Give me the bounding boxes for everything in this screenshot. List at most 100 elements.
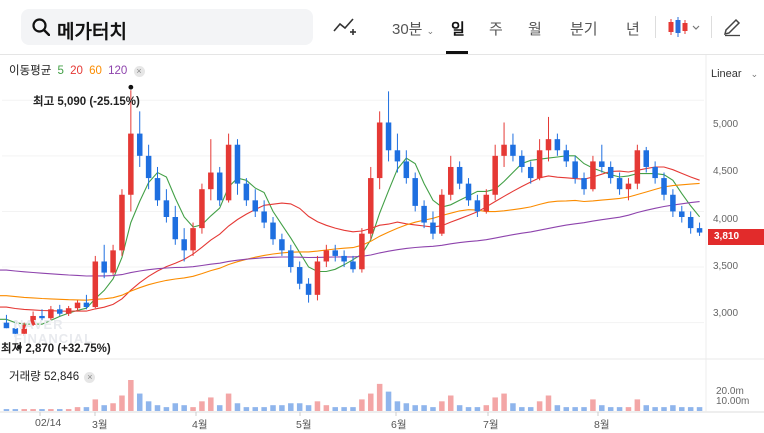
x-tick-label: 5월 [296,419,312,431]
volume-bar [288,403,294,411]
candle-body [421,205,427,223]
x-tick-label: 4월 [192,419,208,431]
candle-body [483,194,490,212]
compare-chart-icon[interactable] [333,17,357,37]
volume-bar [234,403,241,411]
volume-bar [510,403,516,411]
volume-bar [136,393,143,411]
candle-body [687,217,694,229]
candle-body [385,122,392,151]
volume-bar [199,401,205,411]
volume-bar [65,409,72,411]
volume-bar [581,407,587,411]
candle-body [296,267,303,284]
candle-body [261,211,267,223]
candle-body [430,222,436,234]
volume-bar [57,409,63,411]
candle-body [510,144,516,156]
candle-body [643,150,649,167]
volume-bar [359,399,365,411]
volume-bar [670,405,676,411]
toolbar-divider [711,16,712,38]
candlestick-type-icon[interactable] [667,16,701,38]
candle-body [252,200,259,212]
volume-bar [368,393,374,411]
volume-bar [181,405,187,411]
candle-body [154,178,161,201]
candle-body [128,133,134,195]
ma60-line [0,182,700,301]
price-chart[interactable] [0,55,764,433]
volume-bar [341,407,347,411]
close-icon[interactable]: × [133,66,145,77]
volume-bar [439,401,445,411]
interval-dropdown[interactable]: 30분 ⌄ [392,18,434,39]
chart-toolbar: 메가터치 30분 ⌄ 일 주 월 분기 년 [0,0,764,55]
candle-body [679,211,685,217]
volume-bar [350,407,356,411]
volume-bar [599,405,605,411]
candle-body [412,178,418,206]
candle-body [563,150,570,162]
candle-body [661,178,667,195]
volume-bar [208,397,214,411]
candle-body [208,172,214,190]
legend-ma5: 5 [57,65,64,77]
volume-bar [261,407,267,411]
scale-mode-dropdown[interactable]: Linear ⌄ [711,68,758,80]
volume-bar [527,407,534,411]
volume-bar [225,393,232,411]
volume-bar [243,407,250,411]
stock-search-box[interactable]: 메가터치 [21,9,313,45]
tab-year[interactable]: 년 [626,18,640,39]
volume-bar [554,405,561,411]
volume-bar [625,407,632,411]
close-icon[interactable]: × [84,372,96,383]
volume-bar [652,407,658,411]
naver-financial-watermark: NAVER FINANCIAL [14,318,93,346]
volume-bar [687,407,694,411]
volume-bar [616,407,623,411]
legend-ma120: 120 [108,65,128,77]
candle-body [74,302,81,309]
tab-week[interactable]: 주 [489,18,503,39]
x-tick-label: 8월 [594,419,610,431]
watermark-line: FINANCIAL [14,331,94,346]
volume-bar [163,407,170,411]
volume-bar [305,405,312,411]
tab-month[interactable]: 월 [528,18,542,39]
candle-body [3,322,10,329]
candle-body [359,233,365,270]
volume-bar [332,407,338,411]
volume-bar [145,401,152,411]
candle-body [368,178,374,234]
interval-label: 30분 [392,21,423,38]
volume-bar [679,407,685,411]
volume-bar [563,407,570,411]
candle-body [145,155,152,179]
pencil-draw-icon[interactable] [722,17,742,37]
volume-bar [412,405,418,411]
volume-bar [536,401,543,411]
tab-quarter[interactable]: 분기 [570,18,598,39]
volume-title: 거래량 [9,371,41,383]
volume-bar [421,405,427,411]
candle-body [439,194,445,234]
chevron-down-icon: ⌄ [750,69,759,79]
volume-bar [465,407,472,411]
tab-day[interactable]: 일 [451,18,465,39]
volume-bar [21,409,27,411]
candle-body [332,250,338,256]
search-icon [32,18,50,36]
volume-bar [394,401,401,411]
candle-body [376,122,383,179]
volume-bar [101,405,107,411]
volume-value: 52,846 [43,371,80,383]
candle-body [350,261,356,270]
search-query: 메가터치 [57,22,127,43]
candle-body [501,144,507,156]
volume-bar [572,407,578,411]
volume-bar [74,407,81,411]
volume-bar [128,380,134,411]
candle-body [172,217,179,240]
